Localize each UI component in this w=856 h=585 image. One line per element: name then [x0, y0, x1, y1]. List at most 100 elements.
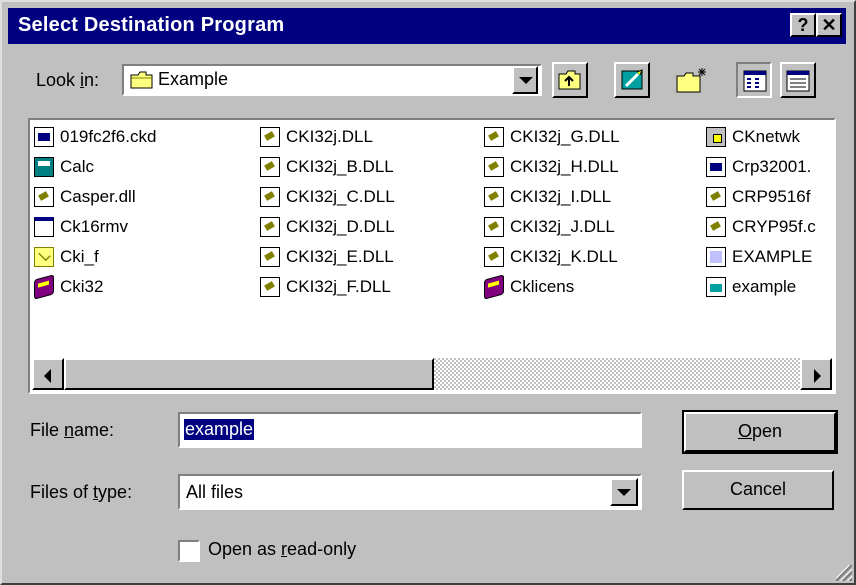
file-item[interactable]: CKI32j_G.DLL [484, 124, 702, 150]
file-name: EXAMPLE [732, 247, 813, 266]
filename-label-accel: n [64, 420, 75, 440]
file-item[interactable]: Crp32001. [706, 154, 834, 180]
file-dll-icon [260, 247, 280, 267]
filename-label-text2: ame: [74, 420, 115, 440]
file-app-icon [34, 217, 54, 237]
file-name: CKI32j_F.DLL [286, 277, 391, 296]
close-icon: ✕ [821, 15, 837, 35]
file-book-icon [34, 274, 54, 300]
filetype-dropdown-button[interactable] [610, 478, 638, 506]
file-gen-icon [706, 247, 726, 267]
file-dll-icon [484, 127, 504, 147]
chevron-down-icon [519, 77, 533, 84]
file-name: Cklicens [510, 277, 575, 296]
file-name: Cki_f [60, 247, 99, 266]
readonly-label[interactable]: Open as read-only [208, 539, 356, 560]
readonly-checkbox[interactable] [178, 540, 200, 562]
help-button[interactable]: ? [790, 13, 816, 37]
desktop-icon [621, 69, 643, 90]
file-item[interactable]: Ck16rmv [34, 214, 254, 240]
lookin-label: Look in: [36, 70, 99, 91]
file-item[interactable]: CKI32j_J.DLL [484, 214, 702, 240]
file-item[interactable]: CKnetwk [706, 124, 834, 150]
file-name: CKI32j_E.DLL [286, 247, 394, 266]
lookin-label-text2: n: [84, 70, 100, 90]
filetype-label-text2: ype: [98, 482, 133, 502]
file-item[interactable]: CKI32j.DLL [260, 124, 480, 150]
lookin-value: Example [158, 69, 229, 89]
file-item[interactable]: CKI32j_D.DLL [260, 214, 480, 240]
file-name: Ck16rmv [60, 217, 129, 236]
filename-label: File name: [30, 420, 114, 441]
lookin-dropdown-button[interactable] [512, 66, 538, 94]
file-dll-icon [484, 217, 504, 237]
scroll-thumb[interactable] [64, 358, 434, 390]
file-dll-icon [260, 217, 280, 237]
file-item[interactable]: CKI32j_H.DLL [484, 154, 702, 180]
file-item[interactable]: Cki_f [34, 244, 254, 270]
file-book-icon [484, 274, 504, 300]
chevron-down-icon [617, 489, 631, 496]
file-mail-icon [34, 247, 54, 267]
file-item[interactable]: Cklicens [484, 274, 702, 300]
cancel-button[interactable]: Cancel [682, 470, 834, 510]
file-name: example [732, 277, 797, 296]
file-item[interactable]: CRP9516f [706, 184, 834, 210]
file-item[interactable]: CKI32j_E.DLL [260, 244, 480, 270]
list-view-icon [743, 70, 767, 92]
file-list[interactable]: 019fc2f6.ckd Calc Casper.dll Ck16rmv Cki_f Ck… [28, 118, 836, 394]
file-item[interactable]: CKI32j_C.DLL [260, 184, 480, 210]
file-dll-icon [260, 127, 280, 147]
file-name: Casper.dll [60, 187, 136, 206]
up-one-level-icon [558, 70, 581, 90]
file-item[interactable]: CKI32j_K.DLL [484, 244, 702, 270]
file-dll-icon [484, 247, 504, 267]
scroll-left-button[interactable] [32, 358, 64, 390]
desktop-button[interactable] [614, 62, 650, 98]
file-name: CKI32j_I.DLL [510, 187, 612, 206]
new-folder-button[interactable] [674, 62, 710, 98]
file-item[interactable]: CKI32j_I.DLL [484, 184, 702, 210]
file-item[interactable]: CKI32j_B.DLL [260, 154, 480, 180]
file-name: CKI32j_D.DLL [286, 217, 395, 236]
resize-grip[interactable] [836, 565, 852, 581]
file-name: CKI32j_C.DLL [286, 187, 395, 206]
file-dll-icon [34, 187, 54, 207]
close-button[interactable]: ✕ [816, 13, 842, 37]
file-name: CKI32j.DLL [286, 127, 373, 146]
open-button[interactable]: Open [682, 410, 838, 454]
filename-input[interactable]: example [178, 412, 642, 448]
title-bar[interactable]: Select Destination Program ? ✕ [8, 8, 846, 44]
horizontal-scrollbar[interactable] [32, 358, 832, 390]
file-name: Crp32001. [732, 157, 812, 176]
scroll-right-button[interactable] [800, 358, 832, 390]
file-dll-icon [260, 187, 280, 207]
file-name: Calc [60, 157, 95, 176]
arrow-left-icon [44, 369, 51, 383]
file-dll-icon [484, 187, 504, 207]
filetype-combo[interactable]: All files [178, 474, 642, 510]
filetype-label: Files of type: [30, 482, 132, 503]
file-doc-icon [34, 127, 54, 147]
file-item[interactable]: example [706, 274, 834, 300]
file-name: CRP9516f [732, 187, 811, 206]
details-view-button[interactable] [780, 62, 816, 98]
list-view-button[interactable] [736, 62, 772, 98]
folder-icon [130, 70, 153, 89]
file-name: CKI32j_K.DLL [510, 247, 618, 266]
file-item[interactable]: CKI32j_F.DLL [260, 274, 480, 300]
file-item[interactable]: 019fc2f6.ckd [34, 124, 254, 150]
up-one-level-button[interactable] [552, 62, 588, 98]
file-item[interactable]: Casper.dll [34, 184, 254, 210]
file-dll-icon [706, 187, 726, 207]
file-item[interactable]: Calc [34, 154, 254, 180]
file-item[interactable]: Cki32 [34, 274, 254, 300]
file-item[interactable]: EXAMPLE [706, 244, 834, 270]
file-name: CKI32j_B.DLL [286, 157, 394, 176]
file-name: CKI32j_J.DLL [510, 217, 615, 236]
lookin-combo[interactable]: Example [122, 64, 542, 96]
file-item[interactable]: CRYP95f.c [706, 214, 834, 240]
open-button-label: pen [751, 421, 783, 441]
file-name: CKnetwk [732, 127, 801, 146]
dialog-window: Select Destination Program ? ✕ Look in: … [0, 0, 856, 585]
